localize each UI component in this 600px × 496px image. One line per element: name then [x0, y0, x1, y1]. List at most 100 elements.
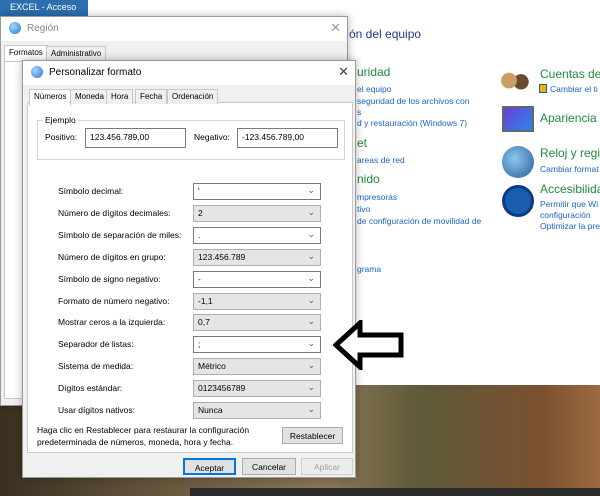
excel-shortcut-label: EXCEL - Acceso: [10, 2, 77, 12]
shield-icon: [539, 84, 547, 93]
tab-moneda[interactable]: Moneda: [70, 89, 109, 104]
link[interactable]: Cambiar el ti: [550, 84, 598, 94]
setting-label: Número de dígitos en grupo:: [58, 251, 166, 262]
setting-value: 2: [198, 207, 203, 218]
dialog-titlebar: Personalizar formato ✕: [23, 61, 355, 85]
setting-dropdown[interactable]: -1,1 ⌄: [193, 292, 321, 310]
globe-icon: [9, 22, 21, 34]
setting-value: 123.456.789: [198, 251, 246, 262]
globe-icon: [31, 66, 43, 78]
customize-format-dialog: Personalizar formato ✕ Números Moneda Ho…: [22, 60, 356, 478]
monitor-icon: [502, 106, 534, 132]
setting-label: Número de dígitos decimales:: [58, 207, 171, 218]
setting-label: Formato de número negativo:: [58, 295, 170, 306]
reset-hint-2: predeterminada de números, moneda, hora …: [37, 437, 234, 447]
dialog-title: Personalizar formato: [49, 67, 142, 78]
link[interactable]: grama: [357, 264, 381, 274]
chevron-down-icon[interactable]: ⌄: [307, 207, 315, 218]
link[interactable]: mpresoras: [357, 192, 397, 202]
tab-ordenacion[interactable]: Ordenación: [167, 89, 219, 104]
category-accounts[interactable]: Cuentas de u: [540, 67, 600, 81]
category-appearance[interactable]: Apariencia y: [540, 111, 600, 125]
close-icon[interactable]: ✕: [338, 64, 349, 80]
excel-shortcut[interactable]: EXCEL - Acceso: [0, 0, 88, 16]
setting-value: 0,7: [198, 317, 210, 328]
setting-dropdown[interactable]: - ⌄: [193, 270, 321, 288]
link[interactable]: configuración: [540, 210, 591, 220]
reset-hint-1: Haga clic en Restablecer para restaurar …: [37, 425, 250, 435]
link[interactable]: Optimizar la pre: [540, 221, 600, 231]
link[interactable]: areas de red: [357, 155, 405, 165]
setting-dropdown[interactable]: 2 ⌄: [193, 204, 321, 222]
ok-button[interactable]: Aceptar: [183, 458, 236, 475]
example-legend: Ejemplo: [43, 115, 78, 125]
link[interactable]: de configuración de movilidad de: [357, 216, 481, 226]
setting-label: Mostrar ceros a la izquierda:: [58, 317, 166, 328]
reset-button[interactable]: Restablecer: [282, 427, 343, 444]
setting-value: Métrico: [198, 361, 226, 372]
clock-globe-icon: [502, 146, 534, 178]
category-network[interactable]: et: [357, 136, 367, 150]
category-clock-region[interactable]: Reloj y regió: [540, 146, 600, 160]
chevron-down-icon[interactable]: ⌄: [307, 382, 315, 393]
tab-fecha[interactable]: Fecha: [135, 89, 167, 104]
negative-example: -123.456.789,00: [237, 128, 338, 148]
tab-numeros[interactable]: Números: [29, 89, 72, 106]
cancel-button[interactable]: Cancelar: [242, 458, 296, 475]
link[interactable]: seguridad de los archivos con: [357, 96, 469, 106]
category-security[interactable]: uridad: [357, 65, 390, 79]
tab-administrativo[interactable]: Administrativo: [46, 46, 107, 61]
setting-dropdown[interactable]: ; ⌄: [193, 336, 321, 354]
link[interactable]: Permitir que Wi: [540, 199, 598, 209]
tab-hora[interactable]: Hora: [106, 89, 134, 104]
apply-button: Aplicar: [301, 458, 353, 475]
positive-label: Positivo:: [45, 132, 78, 142]
chevron-down-icon[interactable]: ⌄: [307, 316, 315, 327]
setting-value: 0123456789: [198, 383, 246, 394]
chevron-down-icon[interactable]: ⌄: [307, 185, 315, 196]
chevron-down-icon[interactable]: ⌄: [307, 338, 315, 349]
setting-value[interactable]: .: [198, 230, 200, 240]
setting-label: Dígitos estándar:: [58, 383, 123, 394]
setting-value: -1,1: [198, 295, 213, 306]
negative-label: Negativo:: [194, 132, 230, 142]
category-hardware[interactable]: nido: [357, 172, 380, 186]
link[interactable]: Cambiar format: [540, 164, 599, 174]
setting-label: Sistema de medida:: [58, 361, 134, 372]
setting-label: Separador de listas:: [58, 339, 134, 350]
chevron-down-icon[interactable]: ⌄: [307, 251, 315, 262]
setting-dropdown[interactable]: ' ⌄: [193, 183, 321, 200]
link[interactable]: s: [357, 107, 361, 117]
setting-dropdown[interactable]: 0123456789 ⌄: [193, 380, 321, 398]
positive-example: 123.456.789,00: [85, 128, 186, 148]
region-titlebar: Región ✕: [1, 17, 347, 41]
chevron-down-icon[interactable]: ⌄: [307, 404, 315, 415]
setting-value[interactable]: ;: [198, 339, 200, 349]
setting-dropdown[interactable]: 0,7 ⌄: [193, 314, 321, 332]
setting-label: Símbolo decimal:: [58, 186, 124, 196]
chevron-down-icon[interactable]: ⌄: [307, 360, 315, 371]
setting-label: Símbolo de separación de miles:: [58, 229, 182, 240]
taskbar[interactable]: [190, 488, 600, 496]
arrow-left-icon: [333, 320, 404, 370]
setting-value[interactable]: ': [198, 186, 200, 196]
setting-value[interactable]: -: [198, 274, 201, 284]
close-icon[interactable]: ✕: [330, 20, 341, 36]
setting-dropdown[interactable]: Métrico ⌄: [193, 358, 321, 376]
link[interactable]: d y restauración (Windows 7): [357, 118, 467, 128]
link[interactable]: el equipo: [357, 84, 392, 94]
accessibility-icon: [502, 185, 534, 217]
setting-label: Usar dígitos nativos:: [58, 405, 136, 415]
chevron-down-icon[interactable]: ⌄: [307, 273, 315, 284]
setting-dropdown[interactable]: . ⌄: [193, 226, 321, 244]
chevron-down-icon[interactable]: ⌄: [307, 295, 315, 306]
setting-label: Símbolo de signo negativo:: [58, 273, 161, 284]
setting-value: Nunca: [198, 405, 223, 415]
setting-dropdown[interactable]: Nunca ⌄: [193, 402, 321, 419]
control-panel-title: ón del equipo: [349, 27, 422, 41]
setting-dropdown[interactable]: 123.456.789 ⌄: [193, 248, 321, 266]
users-icon: [500, 71, 530, 95]
chevron-down-icon[interactable]: ⌄: [307, 229, 315, 240]
category-accessibility[interactable]: Accesibilidad: [540, 182, 600, 196]
link[interactable]: tivo: [357, 204, 370, 214]
